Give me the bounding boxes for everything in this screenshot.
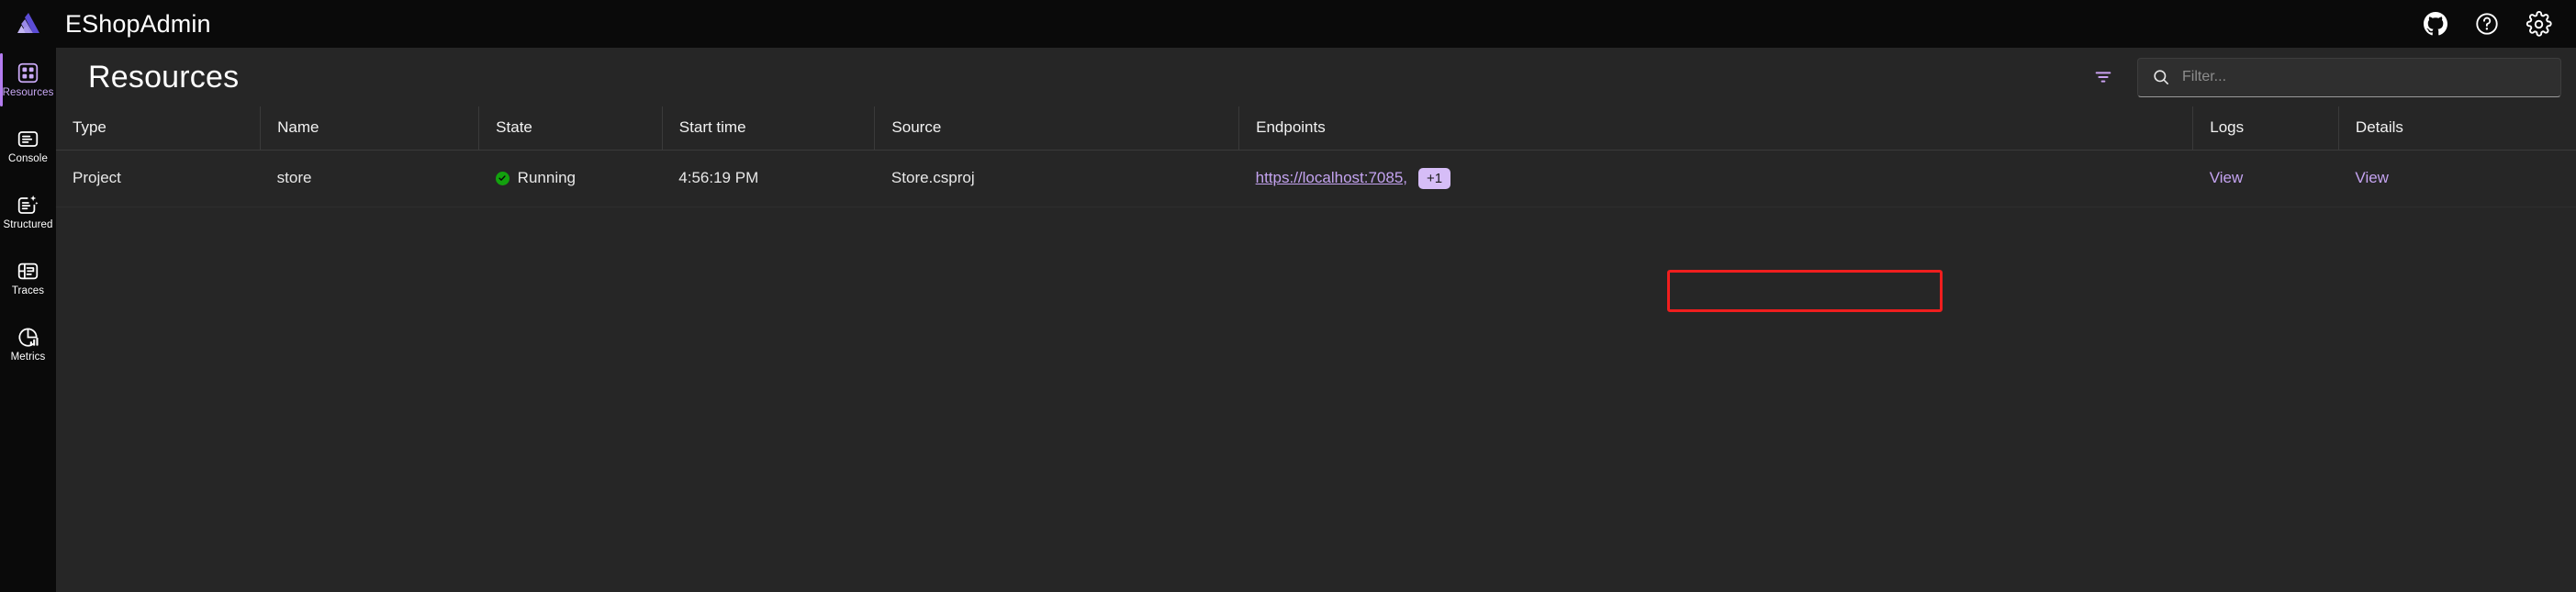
column-header-start-time[interactable]: Start time bbox=[662, 106, 876, 151]
app-title: EShopAdmin bbox=[65, 9, 211, 38]
aspire-logo-icon bbox=[0, 0, 56, 48]
table-header-row: Type Name State Start time Source Endpoi… bbox=[56, 106, 2576, 151]
cell-name: store bbox=[260, 150, 479, 207]
help-icon[interactable] bbox=[2473, 10, 2501, 38]
table-row[interactable]: Project store Running 4:56:19 PM Store.c… bbox=[56, 150, 2576, 207]
filter-icon[interactable] bbox=[2088, 61, 2119, 93]
resources-table-wrapper: Type Name State Start time Source Endpoi… bbox=[56, 106, 2576, 592]
page-header: Resources bbox=[56, 48, 2576, 106]
sidebar-label-structured: Structured bbox=[3, 219, 53, 230]
cell-details: View bbox=[2338, 150, 2576, 207]
cell-endpoints: https://localhost:7085, +1 bbox=[1238, 150, 2193, 207]
search-input[interactable] bbox=[2173, 69, 2549, 85]
column-header-name[interactable]: Name bbox=[260, 106, 480, 151]
search-icon bbox=[2149, 68, 2173, 86]
sidebar-label-console: Console bbox=[8, 153, 48, 164]
sidebar-label-resources: Resources bbox=[2, 87, 54, 98]
column-header-type[interactable]: Type bbox=[56, 106, 262, 151]
metrics-chart-icon bbox=[17, 325, 39, 349]
app-header: EShopAdmin bbox=[0, 0, 2576, 48]
settings-gear-icon[interactable] bbox=[2525, 10, 2552, 38]
sidebar-label-metrics: Metrics bbox=[10, 352, 46, 363]
resources-table: Type Name State Start time Source Endpoi… bbox=[56, 106, 2576, 207]
endpoint-url-link[interactable]: https://localhost:7085, bbox=[1256, 169, 1407, 187]
resources-grid-icon bbox=[17, 61, 39, 84]
cell-state: Running bbox=[478, 150, 663, 207]
cell-source: Store.csproj bbox=[874, 150, 1239, 207]
sidebar-label-traces: Traces bbox=[11, 285, 45, 296]
sidebar-item-console[interactable]: Console bbox=[0, 117, 56, 174]
console-log-icon bbox=[17, 127, 39, 151]
sidebar-item-traces[interactable]: Traces bbox=[0, 250, 56, 307]
state-label: Running bbox=[517, 169, 576, 186]
sidebar-item-resources[interactable]: Resources bbox=[0, 51, 56, 108]
structured-logs-icon bbox=[17, 193, 39, 217]
page-title: Resources bbox=[88, 59, 240, 95]
endpoint-more-badge[interactable]: +1 bbox=[1418, 167, 1451, 189]
main-content: Resources Filter... Type Name State Star… bbox=[56, 48, 2576, 592]
sidebar-item-structured[interactable]: Structured bbox=[0, 184, 56, 240]
column-header-state[interactable]: State bbox=[478, 106, 663, 151]
aspire-dashboard: EShopAdmin Resources Console Structured … bbox=[0, 0, 2576, 592]
filter-search-box[interactable] bbox=[2137, 57, 2561, 97]
column-header-logs[interactable]: Logs bbox=[2192, 106, 2339, 151]
details-view-link[interactable]: View bbox=[2355, 169, 2389, 186]
sidebar-item-metrics[interactable]: Metrics bbox=[0, 316, 56, 373]
traces-icon bbox=[17, 259, 39, 283]
header-actions bbox=[2422, 10, 2552, 38]
column-header-details[interactable]: Details bbox=[2338, 106, 2576, 151]
column-header-source[interactable]: Source bbox=[874, 106, 1240, 151]
column-header-endpoints[interactable]: Endpoints bbox=[1238, 106, 2194, 151]
app-body: Resources Console Structured Traces Metr… bbox=[0, 48, 2576, 592]
checkmark-circle-icon bbox=[495, 171, 510, 185]
logs-view-link[interactable]: View bbox=[2210, 169, 2244, 186]
cell-start-time: 4:56:19 PM bbox=[662, 150, 875, 207]
github-icon[interactable] bbox=[2422, 10, 2449, 38]
cell-logs: View bbox=[2192, 150, 2339, 207]
cell-type: Project bbox=[56, 150, 261, 207]
sidebar: Resources Console Structured Traces Metr… bbox=[0, 48, 56, 592]
